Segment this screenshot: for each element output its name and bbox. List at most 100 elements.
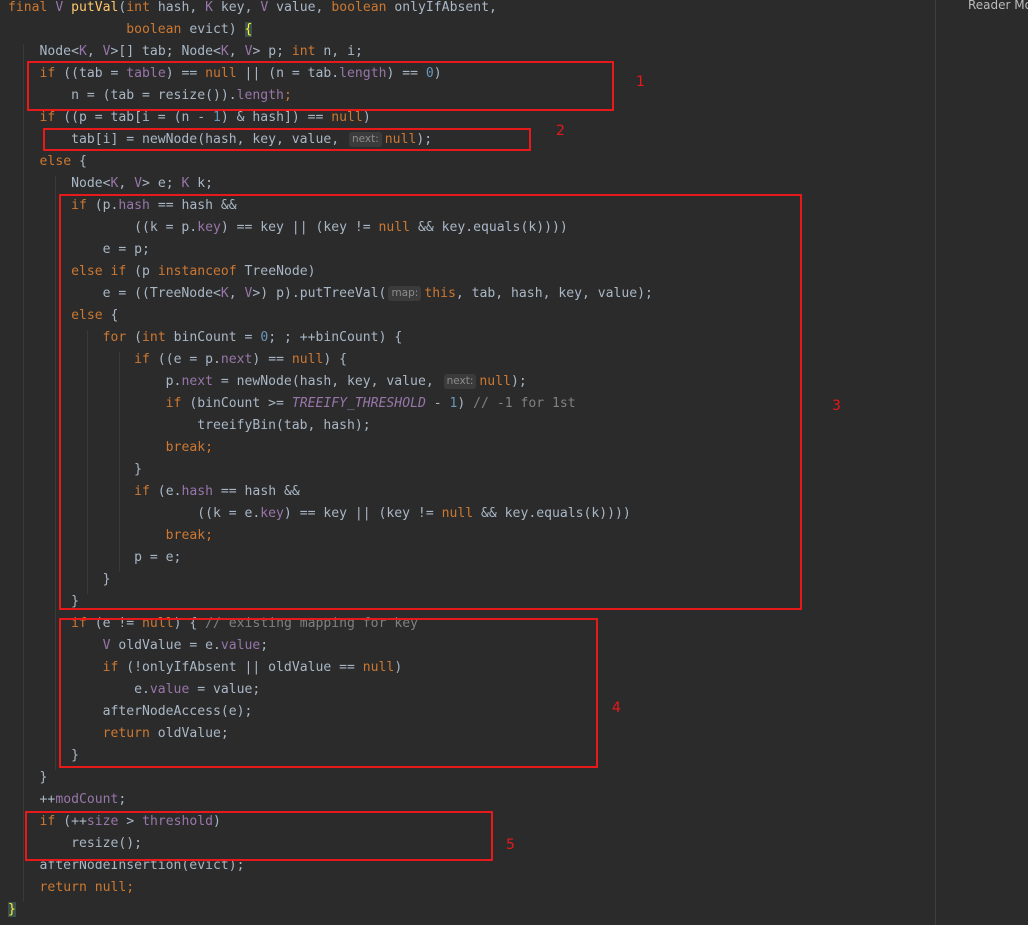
code-token: else: [39, 154, 72, 169]
code-line[interactable]: }: [8, 899, 16, 921]
code-line[interactable]: break;: [8, 525, 213, 547]
code-token: if: [39, 66, 56, 81]
code-token: key,: [213, 0, 261, 15]
code-token: }: [8, 462, 143, 477]
code-token: K: [78, 44, 87, 59]
code-token: else: [71, 308, 103, 323]
code-token: null: [384, 132, 417, 147]
code-token: (p: [126, 264, 158, 279]
code-token: -: [425, 396, 450, 411]
code-line[interactable]: V oldValue = e.value;: [8, 635, 269, 657]
code-token: value,: [268, 0, 332, 15]
code-token: return null;: [39, 880, 135, 895]
code-line[interactable]: p.next = newNode(hash, key, value, next:…: [8, 371, 527, 393]
code-token: V: [102, 638, 111, 653]
code-token: oldValue;: [149, 726, 229, 741]
code-token: if: [134, 352, 150, 367]
code-line[interactable]: Node<K, V> e; K k;: [8, 173, 213, 195]
code-token: ): [433, 66, 442, 81]
code-line[interactable]: resize();: [8, 833, 142, 855]
code-token: e = p;: [8, 242, 150, 257]
code-line[interactable]: final V putVal(int hash, K key, V value,…: [8, 0, 497, 19]
code-line[interactable]: Node<K, V>[] tab; Node<K, V> p; int n, i…: [8, 41, 363, 63]
code-token: this: [424, 286, 456, 301]
code-token: {: [102, 308, 119, 323]
code-token: ((p = tab[i = (n -: [55, 110, 213, 125]
code-token: size: [86, 814, 119, 829]
code-line[interactable]: if ((tab = table) == null || (n = tab.le…: [8, 63, 442, 85]
code-token: ((k = p.: [8, 220, 198, 235]
code-line[interactable]: n = (tab = resize()).length;: [8, 85, 292, 107]
code-line[interactable]: e = ((TreeNode<K, V>) p).putTreeVal(map:…: [8, 283, 653, 305]
annotation-label-5: 5: [506, 837, 515, 853]
code-token: V: [134, 176, 143, 191]
code-token: (: [126, 330, 143, 345]
code-token: break;: [165, 440, 213, 455]
code-token: length: [236, 88, 284, 103]
code-line[interactable]: tab[i] = newNode(hash, key, value, next:…: [8, 129, 432, 151]
code-line[interactable]: if ((e = p.next) == null) {: [8, 349, 347, 371]
code-token: key: [260, 506, 284, 521]
code-line[interactable]: boolean evict) {: [8, 19, 253, 41]
code-line[interactable]: if (p.hash == hash &&: [8, 195, 237, 217]
code-token: p.: [8, 374, 182, 389]
code-line[interactable]: break;: [8, 437, 213, 459]
code-token: binCount =: [165, 330, 261, 345]
code-line[interactable]: if ((p = tab[i = (n - 1) & hash]) == nul…: [8, 107, 371, 129]
code-token: null: [331, 110, 363, 125]
code-token: e.: [8, 682, 150, 697]
code-line[interactable]: treeifyBin(tab, hash);: [8, 415, 371, 437]
code-line[interactable]: ((k = p.key) == key || (key != null && k…: [8, 217, 568, 239]
code-line[interactable]: if (!onlyIfAbsent || oldValue == null): [8, 657, 403, 679]
code-line[interactable]: p = e;: [8, 547, 181, 569]
code-token: boolean: [126, 22, 182, 37]
code-line[interactable]: afterNodeInsertion(evict);: [8, 855, 245, 877]
code-line[interactable]: }: [8, 767, 48, 789]
code-token: treeifyBin(tab, hash);: [8, 418, 371, 433]
code-line[interactable]: for (int binCount = 0; ; ++binCount) {: [8, 327, 403, 349]
reader-mode-button[interactable]: Reader Mo: [968, 0, 1028, 12]
code-token: (binCount >=: [181, 396, 292, 411]
code-line[interactable]: else {: [8, 305, 118, 327]
code-token: for: [102, 330, 127, 345]
code-editor[interactable]: final V putVal(int hash, K key, V value,…: [0, 0, 935, 925]
code-token: int: [126, 0, 150, 15]
code-token: 1: [213, 110, 221, 125]
code-line[interactable]: if (binCount >= TREEIFY_THRESHOLD - 1) /…: [8, 393, 576, 415]
code-token: == hash &&: [213, 484, 300, 499]
code-line[interactable]: afterNodeAccess(e);: [8, 701, 253, 723]
code-token: > e;: [142, 176, 182, 191]
code-token: );: [510, 374, 527, 389]
code-line[interactable]: e = p;: [8, 239, 150, 261]
code-line[interactable]: else if (p instanceof TreeNode): [8, 261, 315, 283]
code-line[interactable]: }: [8, 591, 79, 613]
code-token: null: [479, 374, 511, 389]
code-line[interactable]: ((k = e.key) == key || (key != null && k…: [8, 503, 631, 525]
code-line[interactable]: }: [8, 459, 142, 481]
code-line[interactable]: if (++size > threshold): [8, 811, 221, 833]
code-token: ; ; ++binCount) {: [268, 330, 403, 345]
annotation-label-3: 3: [832, 398, 841, 414]
code-token: null: [362, 660, 395, 675]
code-token: > p;: [252, 44, 292, 59]
code-line[interactable]: else {: [8, 151, 87, 173]
code-line[interactable]: }: [8, 745, 79, 767]
code-line[interactable]: return null;: [8, 877, 135, 899]
code-token: null: [205, 66, 237, 81]
code-token: ++: [8, 792, 56, 807]
code-token: && key.equals(k)))): [473, 506, 631, 521]
code-token: if: [134, 484, 150, 499]
code-line[interactable]: ++modCount;: [8, 789, 127, 811]
code-line[interactable]: e.value = value;: [8, 679, 260, 701]
code-line[interactable]: if (e.hash == hash &&: [8, 481, 300, 503]
code-line[interactable]: return oldValue;: [8, 723, 229, 745]
code-line[interactable]: if (e != null) { // existing mapping for…: [8, 613, 418, 635]
code-line[interactable]: }: [8, 569, 111, 591]
code-token: ) ==: [252, 352, 292, 367]
code-token: afterNodeAccess(e);: [8, 704, 253, 719]
